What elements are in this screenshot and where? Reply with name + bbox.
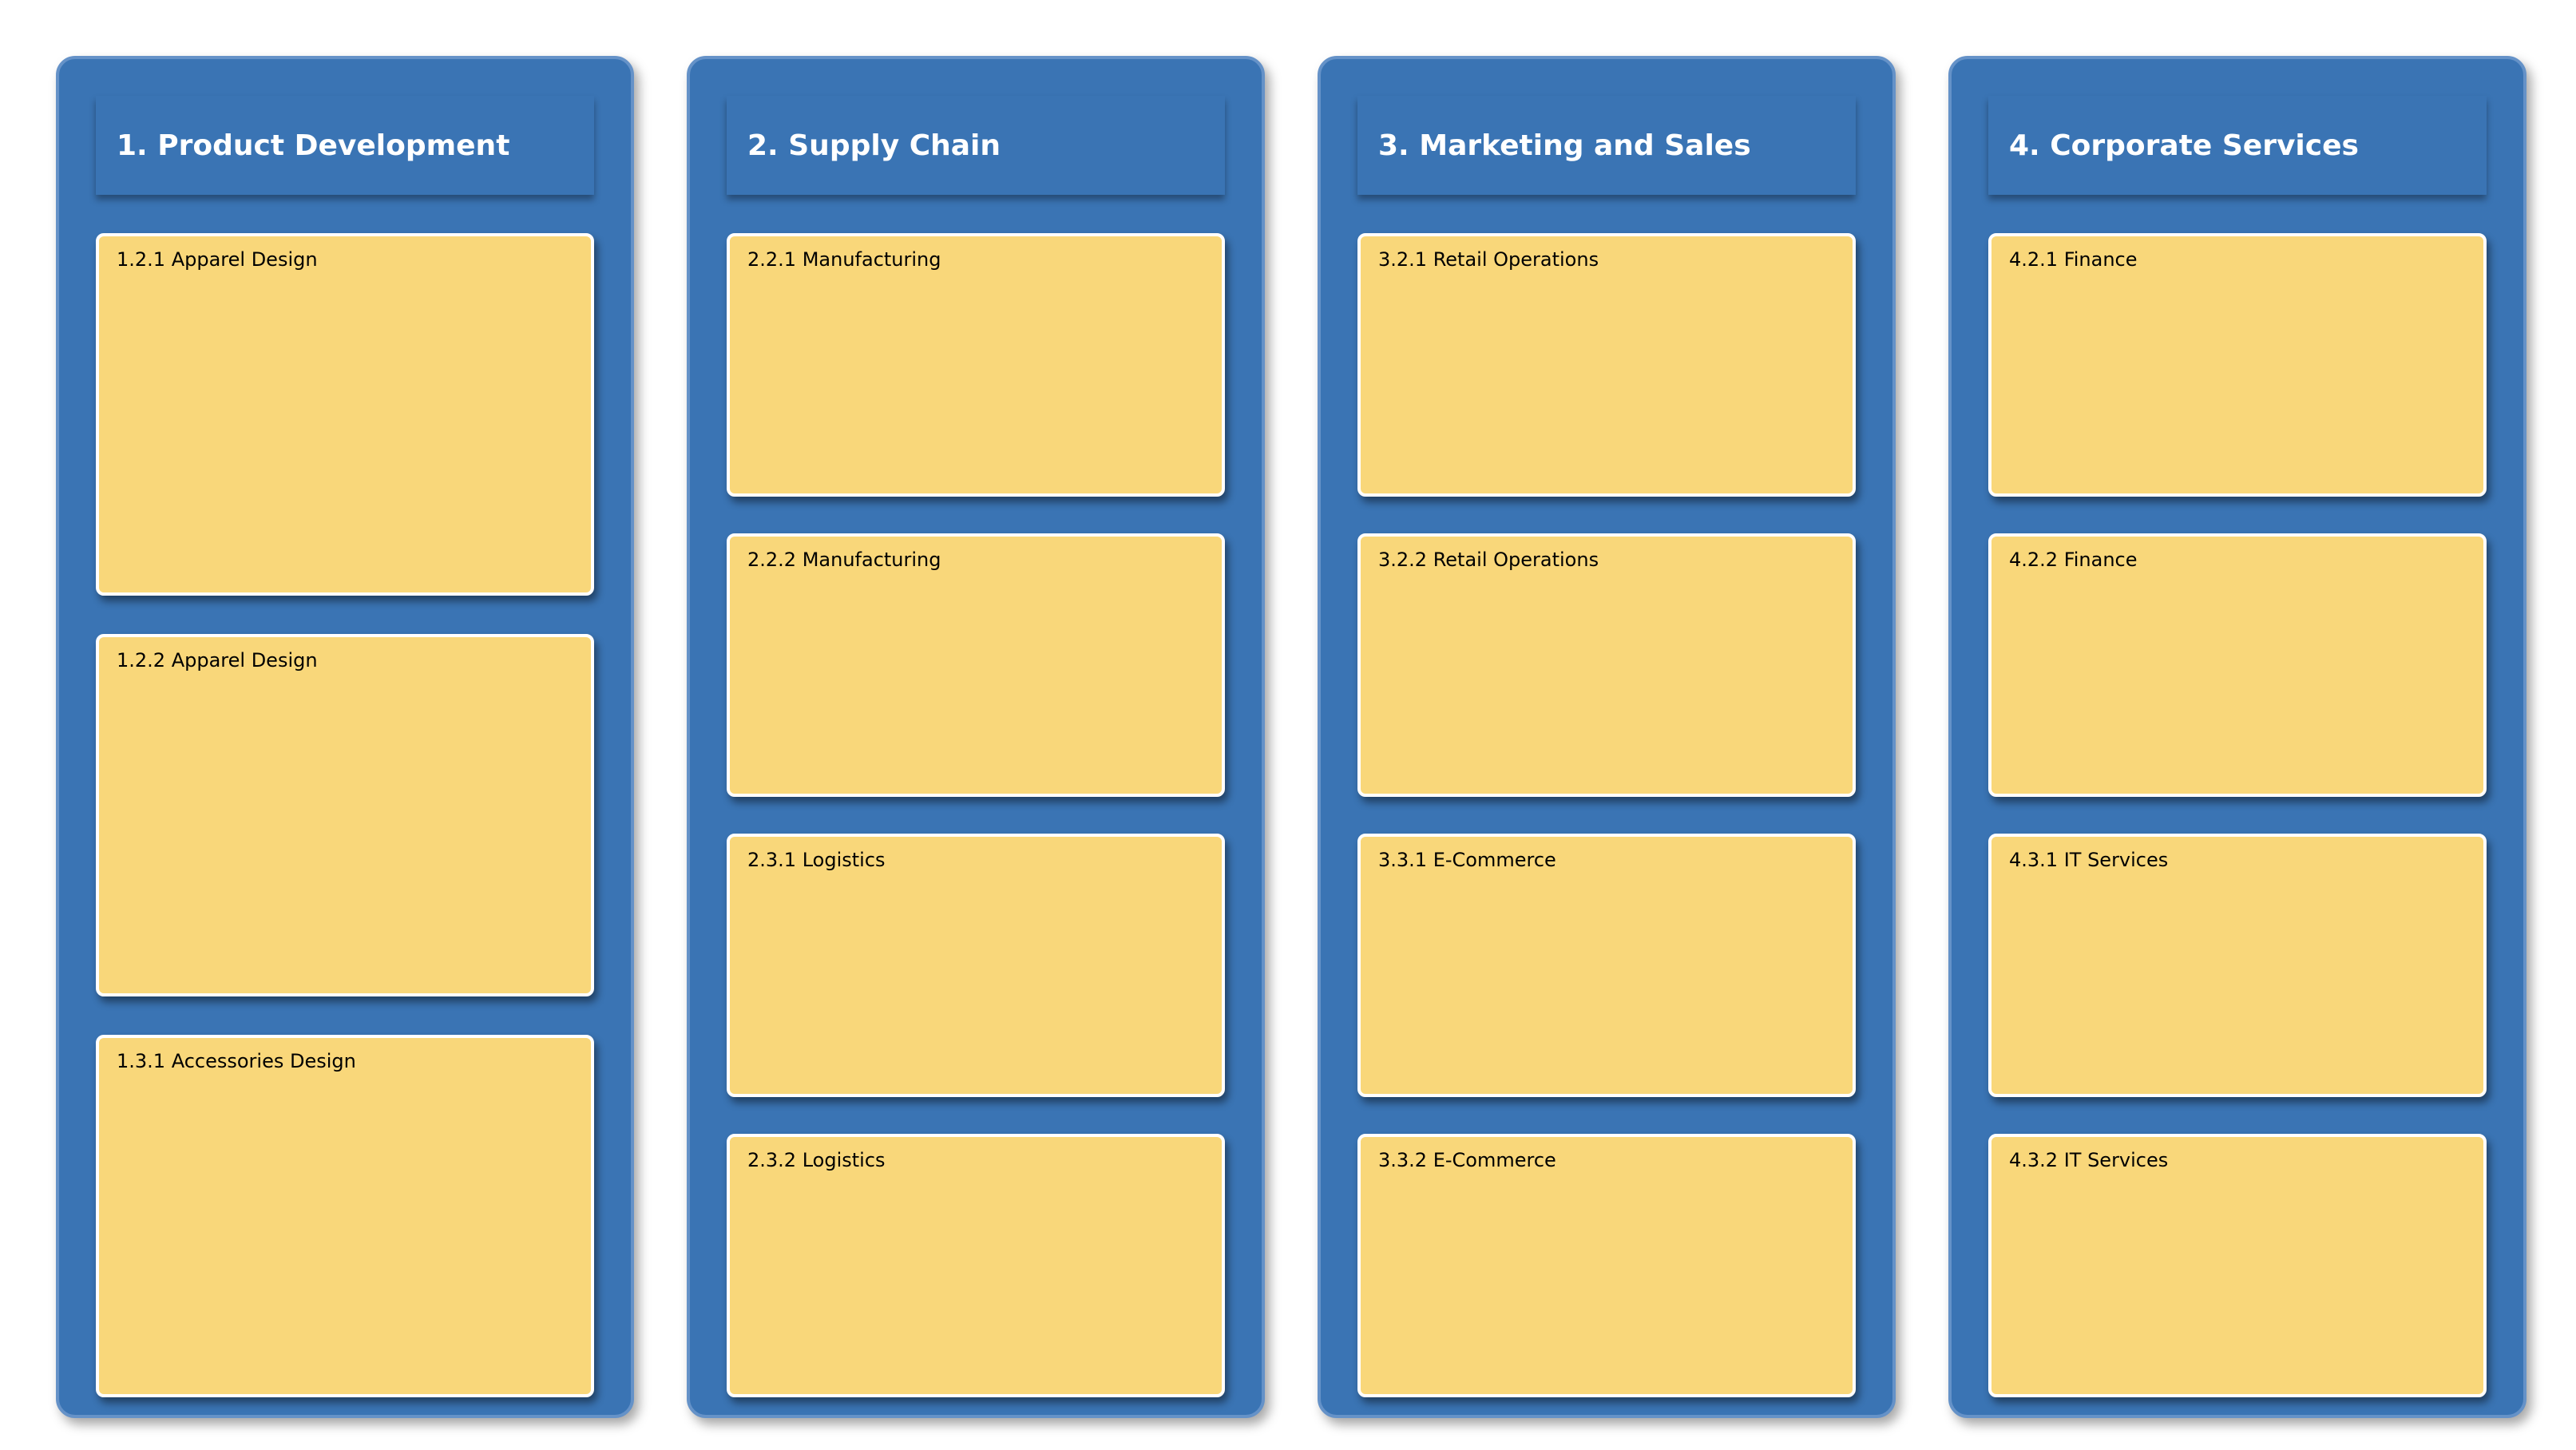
card-label: 3.3.2 E-Commerce — [1378, 1149, 1556, 1171]
column-marketing-and-sales: 3. Marketing and Sales 3.2.1 Retail Oper… — [1318, 56, 1896, 1418]
card-label: 2.3.1 Logistics — [747, 849, 886, 871]
card-label: 1.3.1 Accessories Design — [117, 1050, 356, 1072]
capability-card[interactable]: 2.2.2 Manufacturing — [727, 533, 1225, 797]
capability-card[interactable]: 3.3.1 E-Commerce — [1357, 834, 1856, 1097]
capability-card[interactable]: 2.3.2 Logistics — [727, 1134, 1225, 1397]
capability-card[interactable]: 1.3.1 Accessories Design — [96, 1035, 594, 1397]
column-supply-chain: 2. Supply Chain 2.2.1 Manufacturing 2.2.… — [687, 56, 1265, 1418]
column-header: 4. Corporate Services — [1988, 96, 2487, 195]
card-label: 1.2.1 Apparel Design — [117, 248, 318, 271]
capability-card[interactable]: 3.2.2 Retail Operations — [1357, 533, 1856, 797]
capability-card[interactable]: 2.2.1 Manufacturing — [727, 233, 1225, 497]
capability-card[interactable]: 4.3.1 IT Services — [1988, 834, 2487, 1097]
column-product-development: 1. Product Development 1.2.1 Apparel Des… — [56, 56, 634, 1418]
column-header: 1. Product Development — [96, 96, 594, 195]
capability-card[interactable]: 4.2.2 Finance — [1988, 533, 2487, 797]
column-title: 1. Product Development — [117, 129, 510, 162]
column-header: 3. Marketing and Sales — [1357, 96, 1856, 195]
column-corporate-services: 4. Corporate Services 4.2.1 Finance 4.2.… — [1948, 56, 2526, 1418]
card-label: 4.2.2 Finance — [2009, 549, 2138, 571]
card-label: 3.2.2 Retail Operations — [1378, 549, 1599, 571]
card-label: 4.3.1 IT Services — [2009, 849, 2169, 871]
card-label: 2.2.1 Manufacturing — [747, 248, 941, 271]
column-header: 2. Supply Chain — [727, 96, 1225, 195]
capability-card[interactable]: 3.3.2 E-Commerce — [1357, 1134, 1856, 1397]
card-label: 1.2.2 Apparel Design — [117, 649, 318, 672]
card-label: 2.3.2 Logistics — [747, 1149, 886, 1171]
capability-card[interactable]: 4.3.2 IT Services — [1988, 1134, 2487, 1397]
card-label: 4.2.1 Finance — [2009, 248, 2138, 271]
column-title: 2. Supply Chain — [747, 129, 1001, 162]
capability-card[interactable]: 1.2.1 Apparel Design — [96, 233, 594, 596]
card-label: 3.2.1 Retail Operations — [1378, 248, 1599, 271]
card-label: 2.2.2 Manufacturing — [747, 549, 941, 571]
capability-card[interactable]: 2.3.1 Logistics — [727, 834, 1225, 1097]
capability-card[interactable]: 3.2.1 Retail Operations — [1357, 233, 1856, 497]
capability-card[interactable]: 4.2.1 Finance — [1988, 233, 2487, 497]
column-title: 4. Corporate Services — [2009, 129, 2359, 162]
card-label: 4.3.2 IT Services — [2009, 1149, 2169, 1171]
column-title: 3. Marketing and Sales — [1378, 129, 1751, 162]
card-label: 3.3.1 E-Commerce — [1378, 849, 1556, 871]
capability-board: 1. Product Development 1.2.1 Apparel Des… — [0, 0, 2576, 1450]
capability-card[interactable]: 1.2.2 Apparel Design — [96, 634, 594, 996]
